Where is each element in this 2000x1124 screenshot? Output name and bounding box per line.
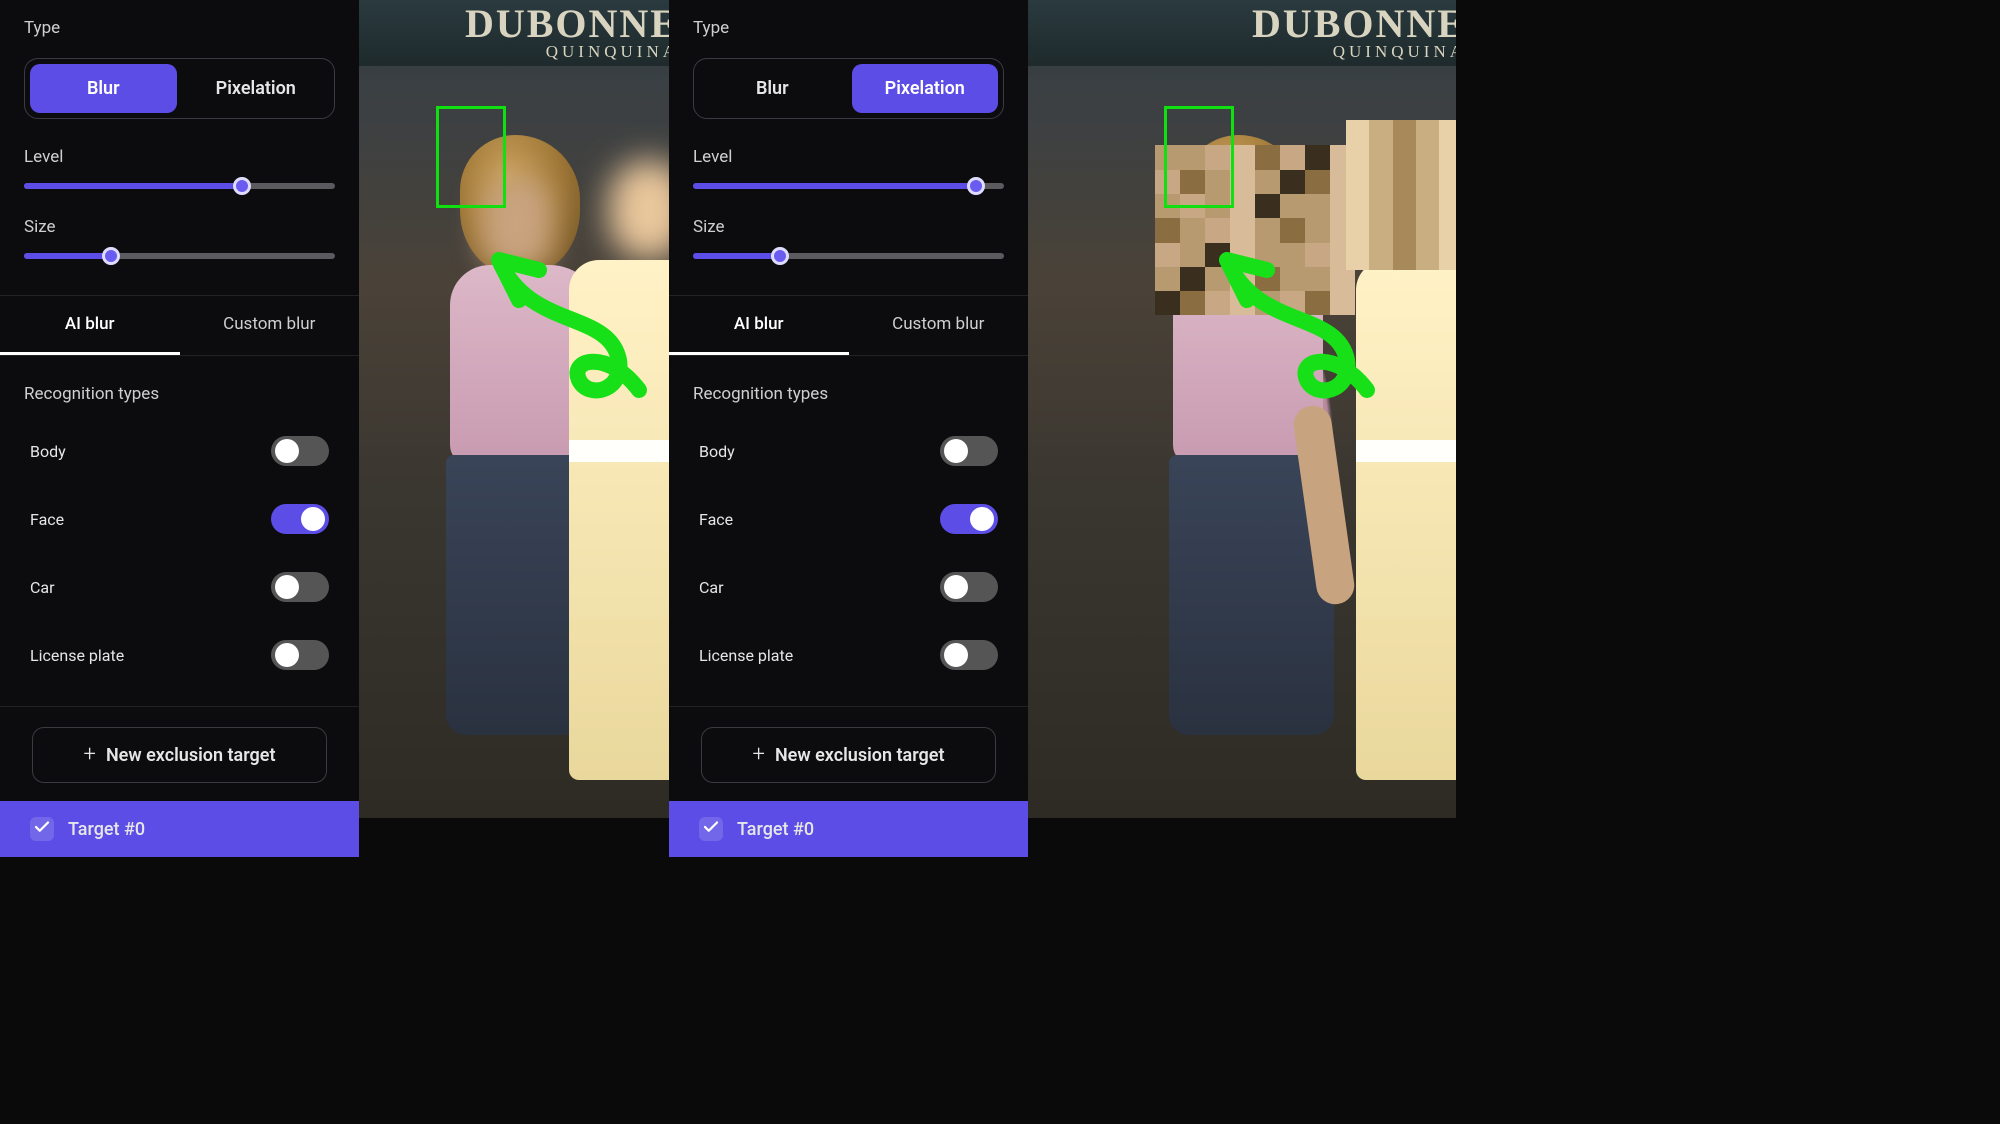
toggle-row-license-plate: License plate — [693, 628, 1004, 682]
toggle-body-label: Body — [30, 442, 66, 461]
face-detection-box — [1164, 106, 1234, 208]
size-slider[interactable] — [24, 253, 335, 259]
toggle-car[interactable] — [271, 572, 329, 602]
new-exclusion-target-button[interactable]: + New exclusion target — [32, 727, 327, 783]
target-row-label: Target #0 — [737, 819, 814, 840]
toggle-row-license-plate: License plate — [24, 628, 335, 682]
blur-tabs: AI blur Custom blur — [0, 295, 359, 356]
plus-icon: + — [753, 744, 765, 766]
toggle-car-label: Car — [699, 578, 724, 597]
background-sign: DUBONNE QUINQUINA — [359, 0, 669, 66]
check-icon — [702, 818, 720, 841]
toggle-face-label: Face — [699, 510, 733, 529]
toggle-license-plate[interactable] — [940, 640, 998, 670]
size-label: Size — [693, 217, 1004, 237]
toggle-license-plate-label: License plate — [30, 646, 124, 665]
type-label: Type — [24, 18, 335, 38]
recognition-types-label: Recognition types — [24, 384, 335, 404]
new-target-label: New exclusion target — [106, 745, 276, 766]
tab-ai-blur[interactable]: AI blur — [669, 296, 849, 355]
new-target-label: New exclusion target — [775, 745, 945, 766]
toggle-license-plate[interactable] — [271, 640, 329, 670]
background-sign: DUBONNE QUINQUINA — [1028, 0, 1456, 66]
toggle-body[interactable] — [271, 436, 329, 466]
toggle-row-car: Car — [693, 560, 1004, 614]
toggle-car[interactable] — [940, 572, 998, 602]
target-row-0[interactable]: Target #0 — [669, 801, 1028, 857]
tab-ai-blur[interactable]: AI blur — [0, 296, 180, 355]
toggle-row-body: Body — [693, 424, 1004, 478]
right-pane: Type Blur Pixelation Level Size AI blur … — [669, 0, 1456, 818]
preview-left: DUBONNE QUINQUINA — [359, 0, 669, 818]
type-pixelation-button[interactable]: Pixelation — [852, 64, 999, 113]
settings-panel-left: Type Blur Pixelation Level Size AI blur … — [0, 0, 359, 818]
toggle-car-label: Car — [30, 578, 55, 597]
toggle-face-label: Face — [30, 510, 64, 529]
type-blur-button[interactable]: Blur — [30, 64, 177, 113]
left-pane: Type Blur Pixelation Level Size AI blur … — [0, 0, 669, 818]
level-slider[interactable] — [693, 183, 1004, 189]
target-row-label: Target #0 — [68, 819, 145, 840]
toggle-row-face: Face — [693, 492, 1004, 546]
toggle-row-face: Face — [24, 492, 335, 546]
pixelation-overlay-2 — [1346, 120, 1456, 270]
preview-right: DUBONNE QUINQUINA — [1028, 0, 1456, 818]
toggle-face[interactable] — [940, 504, 998, 534]
type-segmented-control: Blur Pixelation — [24, 58, 335, 119]
level-label: Level — [693, 147, 1004, 167]
check-icon — [33, 818, 51, 841]
level-label: Level — [24, 147, 335, 167]
face-detection-box — [436, 106, 506, 208]
toggle-license-plate-label: License plate — [699, 646, 793, 665]
recognition-types-label: Recognition types — [693, 384, 1004, 404]
target-checkbox[interactable] — [699, 817, 723, 841]
toggle-row-car: Car — [24, 560, 335, 614]
type-segmented-control: Blur Pixelation — [693, 58, 1004, 119]
toggle-body-label: Body — [699, 442, 735, 461]
toggle-face[interactable] — [271, 504, 329, 534]
blur-tabs: AI blur Custom blur — [669, 295, 1028, 356]
new-exclusion-target-button[interactable]: + New exclusion target — [701, 727, 996, 783]
tab-custom-blur[interactable]: Custom blur — [849, 296, 1029, 355]
level-slider[interactable] — [24, 183, 335, 189]
plus-icon: + — [84, 744, 96, 766]
target-checkbox[interactable] — [30, 817, 54, 841]
toggle-body[interactable] — [940, 436, 998, 466]
tab-custom-blur[interactable]: Custom blur — [180, 296, 360, 355]
type-blur-button[interactable]: Blur — [699, 64, 846, 113]
size-slider[interactable] — [693, 253, 1004, 259]
target-row-0[interactable]: Target #0 — [0, 801, 359, 857]
toggle-row-body: Body — [24, 424, 335, 478]
type-label: Type — [693, 18, 1004, 38]
settings-panel-right: Type Blur Pixelation Level Size AI blur … — [669, 0, 1028, 818]
type-pixelation-button[interactable]: Pixelation — [183, 64, 330, 113]
size-label: Size — [24, 217, 335, 237]
